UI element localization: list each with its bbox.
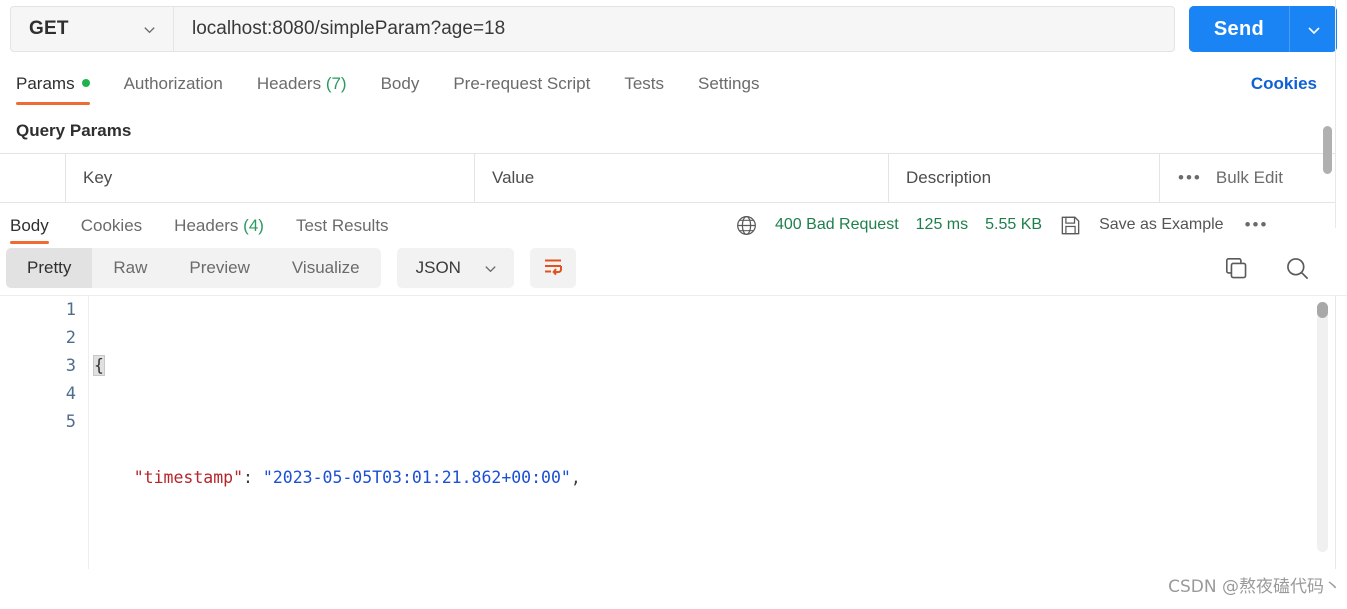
request-url-bar: GET localhost:8080/simpleParam?age=18 Se… <box>0 0 1347 62</box>
params-modified-dot-icon <box>81 79 90 87</box>
query-params-heading: Query Params <box>16 121 132 140</box>
json-code: { "timestamp": "2023-05-05T03:01:21.862+… <box>88 296 1347 569</box>
tab-test-results-wrap: Test Results <box>296 205 389 246</box>
line-number: 3 <box>65 356 76 376</box>
tab-body-label: Body <box>380 74 420 93</box>
tab-tests-label: Tests <box>624 74 665 93</box>
response-scrollbar-track[interactable] <box>1317 302 1328 552</box>
http-method-selector[interactable]: GET <box>10 6 173 52</box>
response-more-options-icon[interactable]: ••• <box>1245 215 1269 235</box>
tab-response-body-wrap: Body <box>10 205 49 246</box>
tab-response-headers[interactable]: Headers (4) <box>174 205 264 246</box>
line-number: 1 <box>65 300 76 320</box>
tab-response-cookies-wrap: Cookies <box>81 205 142 246</box>
url-input[interactable]: localhost:8080/simpleParam?age=18 <box>173 6 1175 52</box>
content-type-selector[interactable]: JSON <box>396 248 514 288</box>
json-colon: : <box>243 468 263 487</box>
cookies-link[interactable]: Cookies <box>1251 74 1317 94</box>
response-scrollbar-thumb[interactable] <box>1317 302 1328 318</box>
tab-headers-label: Headers <box>256 74 322 93</box>
view-mode-preview[interactable]: Preview <box>168 248 270 288</box>
tab-response-headers-count: (4) <box>243 215 264 235</box>
code-line: "timestamp": "2023-05-05T03:01:21.862+00… <box>88 464 1347 492</box>
column-header-value: Value <box>475 154 889 202</box>
tab-params-label: Params <box>16 74 75 93</box>
search-icon[interactable] <box>1284 255 1311 282</box>
url-text: localhost:8080/simpleParam?age=18 <box>192 18 506 39</box>
line-number: 2 <box>65 328 76 348</box>
content-type-label: JSON <box>415 258 461 277</box>
tab-response-cookies[interactable]: Cookies <box>81 205 142 246</box>
chevron-down-icon <box>483 261 498 276</box>
column-header-key: Key <box>66 154 475 202</box>
send-button[interactable]: Send <box>1188 6 1289 52</box>
response-tools <box>1223 255 1311 282</box>
postman-window: GET localhost:8080/simpleParam?age=18 Se… <box>0 0 1347 609</box>
csdn-watermark: CSDN @熬夜磕代码丶 <box>1168 577 1341 597</box>
tab-response-headers-wrap: Headers (4) <box>174 205 264 246</box>
tab-params[interactable]: Params <box>16 74 90 105</box>
save-icon[interactable] <box>1059 214 1082 237</box>
save-as-example-button[interactable]: Save as Example <box>1099 216 1224 234</box>
tab-authorization-label: Authorization <box>123 74 223 93</box>
response-body-viewer[interactable]: 1 2 3 4 5 { "timestamp": "2023-05-05T03:… <box>0 295 1347 569</box>
view-mode-raw[interactable]: Raw <box>92 248 168 288</box>
code-line: { <box>88 352 1347 380</box>
response-size: 5.55 KB <box>985 216 1043 233</box>
chevron-down-icon <box>1306 22 1321 37</box>
request-pane-scrollbar[interactable] <box>1323 126 1332 174</box>
response-status: 400 Bad Request <box>775 216 899 233</box>
tab-headers-count: (7) <box>325 74 347 93</box>
tab-response-body[interactable]: Body <box>10 205 49 246</box>
row-select-column <box>0 154 66 202</box>
tab-settings[interactable]: Settings <box>698 74 759 105</box>
copy-icon[interactable] <box>1223 255 1249 281</box>
globe-icon[interactable] <box>735 214 758 237</box>
send-options-button[interactable] <box>1290 6 1337 52</box>
chevron-down-icon <box>142 22 157 37</box>
response-tabs: Body Cookies Headers (4) Test Results 40… <box>0 203 1347 247</box>
tab-pre-request-script-label: Pre-request Script <box>453 74 591 93</box>
json-open-brace: { <box>93 355 105 376</box>
send-button-group: Send <box>1188 6 1337 52</box>
json-value-timestamp: "2023-05-05T03:01:21.862+00:00" <box>262 468 571 487</box>
json-comma: , <box>570 468 581 487</box>
line-number: 5 <box>65 412 76 432</box>
column-header-description: Description <box>889 154 1160 202</box>
table-more-options-icon[interactable]: ••• <box>1178 168 1202 188</box>
tab-settings-label: Settings <box>698 74 760 93</box>
response-pane-divider <box>1335 296 1336 569</box>
view-mode-pretty[interactable]: Pretty <box>6 248 93 288</box>
http-method-label: GET <box>29 18 69 39</box>
table-actions: ••• Bulk Edit <box>1160 154 1336 202</box>
line-number-gutter: 1 2 3 4 5 <box>0 296 89 569</box>
tab-authorization[interactable]: Authorization <box>124 74 223 105</box>
response-meta: 400 Bad Request 125 ms 5.55 KB Save as E… <box>735 214 1268 237</box>
query-params-table-header: Key Value Description ••• Bulk Edit <box>0 153 1336 203</box>
response-view-mode-group: Pretty Raw Preview Visualize <box>6 248 381 288</box>
tab-headers[interactable]: Headers (7) <box>257 74 347 105</box>
wrap-lines-button[interactable] <box>529 248 576 288</box>
request-tabs: Params Authorization Headers (7) Body Pr… <box>0 62 1347 105</box>
json-key-timestamp: "timestamp" <box>133 468 244 487</box>
tab-pre-request-script[interactable]: Pre-request Script <box>453 74 590 105</box>
view-mode-visualize[interactable]: Visualize <box>271 248 381 288</box>
pane-divider <box>1335 0 1336 228</box>
response-time: 125 ms <box>915 216 969 233</box>
line-number: 4 <box>65 384 76 404</box>
bulk-edit-button[interactable]: Bulk Edit <box>1216 168 1283 188</box>
response-format-toolbar: Pretty Raw Preview Visualize JSON <box>0 247 1347 295</box>
tab-tests[interactable]: Tests <box>624 74 664 105</box>
tab-response-headers-label: Headers <box>174 215 239 235</box>
tab-test-results[interactable]: Test Results <box>296 205 389 246</box>
tab-body[interactable]: Body <box>381 74 420 105</box>
wrap-lines-icon <box>541 254 565 283</box>
